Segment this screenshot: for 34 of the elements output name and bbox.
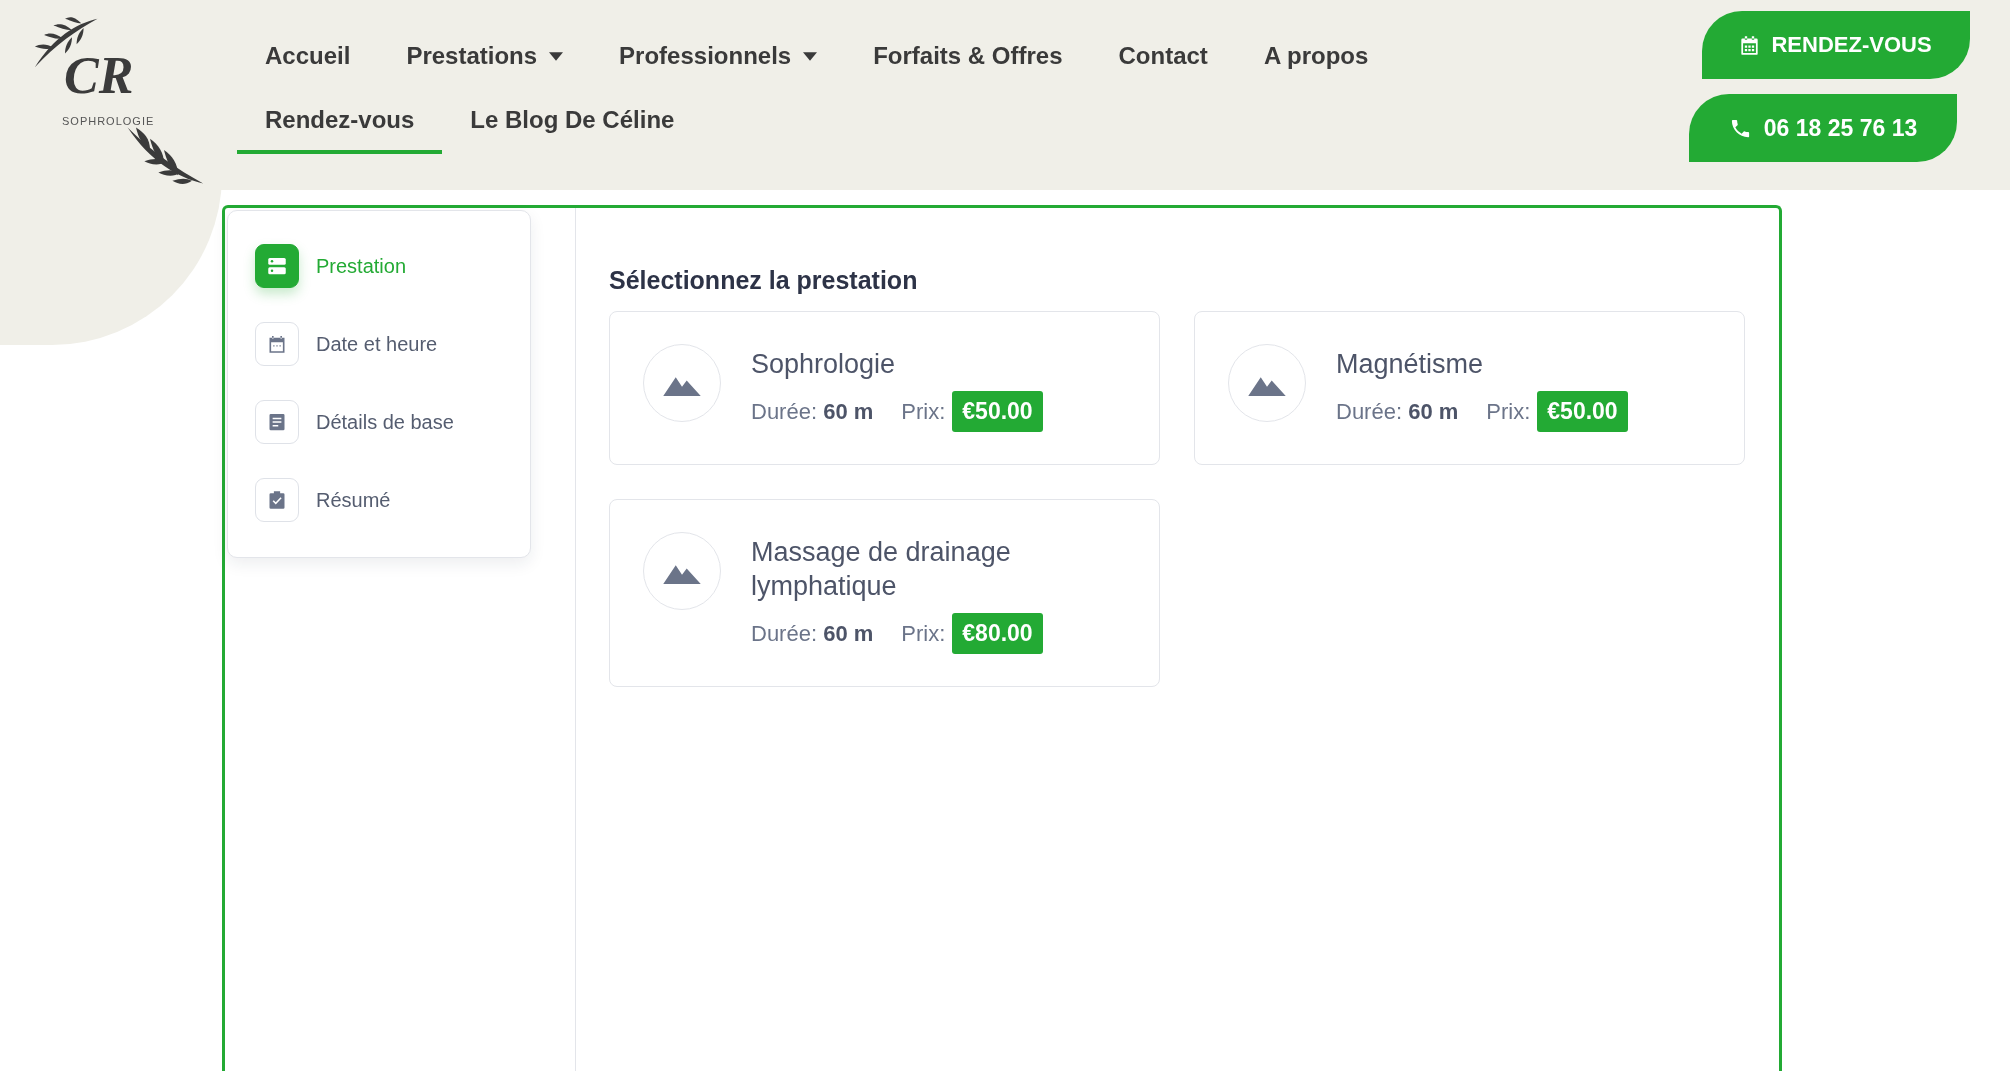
nav-link[interactable]: Contact [1090, 36, 1236, 90]
service-card[interactable]: Magnétisme Durée: 60 m Prix: €50.00 [1194, 311, 1745, 465]
nav-link[interactable]: Le Blog De Céline [442, 100, 703, 154]
service-card[interactable]: Massage de drainage lymphatique Durée: 60 m Prix: €80.00 [609, 499, 1160, 687]
price-label: Prix: [901, 620, 946, 647]
logo-subtitle: SOPHROLOGIE [62, 115, 155, 127]
nav-link[interactable]: Accueil [237, 36, 379, 90]
service-name: Sophrologie [751, 348, 897, 381]
nav-link[interactable]: A propos [1235, 36, 1397, 90]
price-label: Prix: [901, 398, 946, 425]
service-duration: Durée: 60 m [751, 398, 874, 425]
nav-link[interactable]: Professionnels [591, 36, 846, 90]
price-badge: €50.00 [1537, 391, 1628, 432]
logo-initials: CR [64, 50, 134, 102]
price-label: Prix: [1486, 398, 1531, 425]
service-name: Magnétisme [1336, 348, 1485, 381]
step-icon [255, 244, 299, 288]
step-icon [255, 478, 299, 522]
section-title: Sélectionnez la prestation [609, 266, 919, 295]
step-icon [255, 322, 299, 366]
service-card[interactable]: Sophrologie Durée: 60 m Prix: €50.00 [609, 311, 1160, 465]
step-item[interactable]: Résumé [255, 478, 530, 522]
service-duration: Durée: 60 m [1336, 398, 1459, 425]
service-duration: Durée: 60 m [751, 620, 874, 647]
nav-link[interactable]: Rendez-vous [237, 100, 443, 154]
price-badge: €80.00 [952, 613, 1043, 654]
nav-link[interactable]: Forfaits & Offres [845, 36, 1091, 90]
step-icon [255, 400, 299, 444]
step-item[interactable]: Date et heure [255, 322, 530, 366]
calendar-icon [1740, 34, 1760, 56]
step-item[interactable]: Détails de base [255, 400, 530, 444]
price-badge: €50.00 [952, 391, 1043, 432]
nav-link[interactable]: Prestations [378, 36, 592, 90]
service-name: Massage de drainage lymphatique [751, 536, 1012, 603]
